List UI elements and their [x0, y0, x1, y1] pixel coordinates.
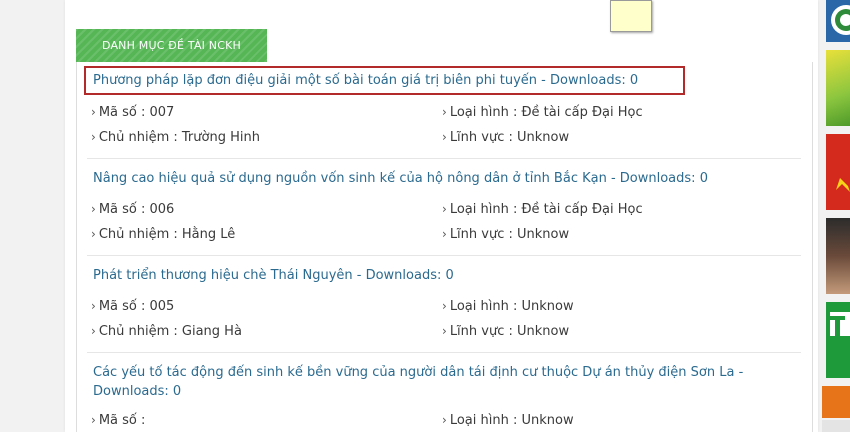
- topic-title-line-2: Downloads: 0: [93, 384, 182, 399]
- field-value: Lĩnh vực : Unknow: [449, 227, 570, 242]
- topic-list: Phương pháp lặp đơn điệu giải một số bài…: [76, 62, 813, 432]
- chevron-right-icon: ›: [91, 227, 96, 241]
- chevron-right-icon: ›: [442, 324, 447, 338]
- leader-value: Chủ nhiệm : Trường Hinh: [98, 130, 260, 145]
- field-field: › Lĩnh vực : Unknow: [442, 128, 569, 147]
- banner-image[interactable]: [826, 218, 850, 294]
- divider: [87, 158, 801, 159]
- type-field: › Loại hình : Unknow: [442, 411, 574, 430]
- sticky-note[interactable]: [610, 0, 652, 32]
- chevron-right-icon: ›: [91, 202, 96, 216]
- code-value: Mã số : 005: [98, 299, 175, 314]
- type-field: › Loại hình : Đề tài cấp Đại Học: [442, 103, 643, 122]
- chevron-right-icon: ›: [91, 105, 96, 119]
- type-value: Loại hình : Unknow: [449, 299, 574, 314]
- sidebar-banners: [822, 0, 850, 432]
- banner-image[interactable]: [826, 134, 850, 210]
- chevron-right-icon: ›: [442, 130, 447, 144]
- field-field: › Lĩnh vực : Unknow: [442, 225, 569, 244]
- banner-image[interactable]: [826, 302, 850, 378]
- chevron-right-icon: ›: [442, 105, 447, 119]
- leader-field: › Chủ nhiệm : Giang Hà: [91, 322, 242, 341]
- topic-title-link[interactable]: Phát triển thương hiệu chè Thái Nguyên -…: [93, 266, 783, 285]
- tab-research-topics[interactable]: DANH MỤC ĐỀ TÀI NCKH: [76, 29, 267, 62]
- type-value: Loại hình : Unknow: [449, 413, 574, 428]
- topic-title-line-1: Các yếu tố tác động đến sinh kế bền vững…: [93, 365, 744, 380]
- divider: [87, 255, 801, 256]
- code-field: › Mã số :: [91, 411, 145, 430]
- type-field: › Loại hình : Đề tài cấp Đại Học: [442, 200, 643, 219]
- chevron-right-icon: ›: [91, 130, 96, 144]
- type-value: Loại hình : Đề tài cấp Đại Học: [449, 105, 643, 120]
- chevron-right-icon: ›: [91, 299, 96, 313]
- divider: [87, 352, 801, 353]
- code-value: Mã số :: [98, 413, 146, 428]
- code-value: Mã số : 007: [98, 105, 175, 120]
- banner-image[interactable]: [826, 0, 850, 42]
- code-value: Mã số : 006: [98, 202, 175, 217]
- type-field: › Loại hình : Unknow: [442, 297, 574, 316]
- topic-title-link[interactable]: Các yếu tố tác động đến sinh kế bền vững…: [93, 363, 783, 401]
- code-field: › Mã số : 005: [91, 297, 174, 316]
- leader-value: Chủ nhiệm : Giang Hà: [98, 324, 242, 339]
- chevron-right-icon: ›: [91, 324, 96, 338]
- code-field: › Mã số : 006: [91, 200, 174, 219]
- text-banner-icon: [830, 312, 850, 336]
- leader-value: Chủ nhiệm : Hằng Lê: [98, 227, 236, 242]
- field-field: › Lĩnh vực : Unknow: [442, 322, 569, 341]
- banner-image[interactable]: [826, 50, 850, 126]
- chevron-right-icon: ›: [91, 413, 96, 427]
- tab-bar: DANH MỤC ĐỀ TÀI NCKH: [76, 29, 811, 64]
- field-value: Lĩnh vực : Unknow: [449, 324, 570, 339]
- chevron-right-icon: ›: [442, 227, 447, 241]
- chevron-right-icon: ›: [442, 299, 447, 313]
- banner-image[interactable]: [822, 386, 850, 418]
- code-field: › Mã số : 007: [91, 103, 174, 122]
- logo-icon: [826, 0, 850, 42]
- type-value: Loại hình : Đề tài cấp Đại Học: [449, 202, 643, 217]
- chevron-right-icon: ›: [442, 202, 447, 216]
- field-value: Lĩnh vực : Unknow: [449, 130, 570, 145]
- star-icon: [836, 178, 850, 192]
- leader-field: › Chủ nhiệm : Trường Hinh: [91, 128, 260, 147]
- topic-title-link[interactable]: Phương pháp lặp đơn điệu giải một số bài…: [93, 71, 783, 90]
- banner-image: [822, 420, 850, 432]
- topic-title-link[interactable]: Nâng cao hiệu quả sử dụng nguồn vốn sinh…: [93, 169, 783, 188]
- leader-field: › Chủ nhiệm : Hằng Lê: [91, 225, 235, 244]
- chevron-right-icon: ›: [442, 413, 447, 427]
